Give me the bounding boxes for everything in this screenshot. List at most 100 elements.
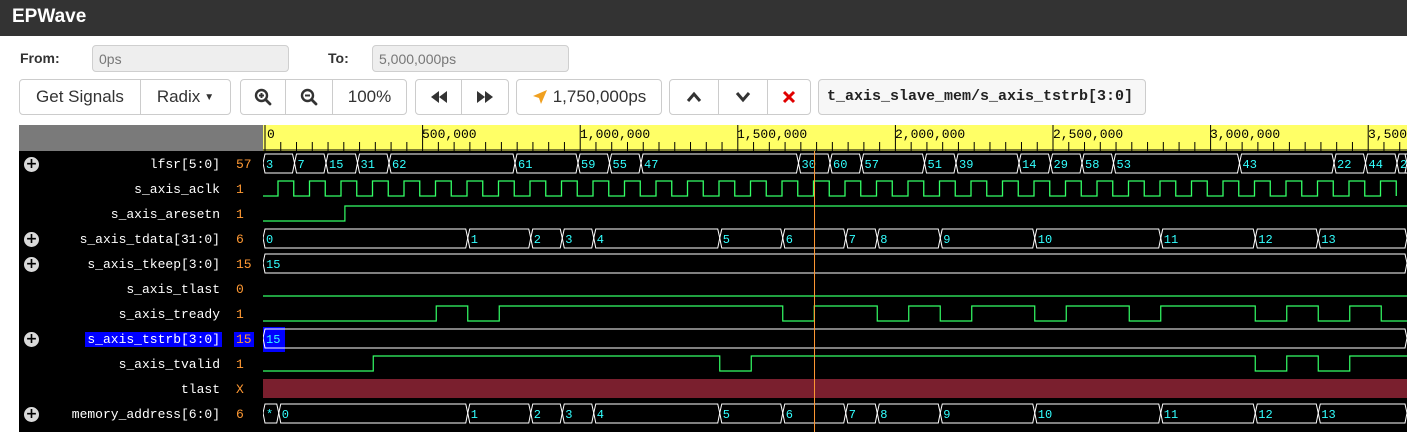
to-input[interactable] bbox=[372, 45, 569, 72]
signal-name[interactable]: lfsr[5:0] bbox=[148, 157, 222, 172]
signal-name[interactable]: s_axis_tvalid bbox=[117, 357, 222, 372]
zoom-percent: 100% bbox=[347, 87, 392, 106]
bus-segment bbox=[1034, 403, 1162, 424]
zoom-in-button[interactable] bbox=[240, 79, 286, 115]
bus-value-label: 43 bbox=[1243, 158, 1257, 172]
bus-value-label: 11 bbox=[1164, 408, 1178, 422]
bus-segment bbox=[939, 403, 1036, 424]
signal-name[interactable]: tlast bbox=[179, 382, 222, 397]
bus-value-label: 3 bbox=[266, 158, 273, 172]
bus-segment bbox=[388, 153, 516, 174]
remove-signal-button[interactable] bbox=[767, 79, 811, 115]
caret-down-icon: ▼ bbox=[204, 91, 215, 103]
bus-value-label: 60 bbox=[833, 158, 847, 172]
next-edge-button[interactable] bbox=[718, 79, 768, 115]
bus-value-label: 29 bbox=[1054, 158, 1068, 172]
signal-value: 1 bbox=[236, 207, 244, 222]
ruler-label: 1,000,000 bbox=[580, 127, 651, 142]
bus-segment bbox=[939, 228, 1036, 249]
bus-value-label: 53 bbox=[1117, 158, 1131, 172]
signal-name[interactable]: s_axis_aclk bbox=[132, 182, 222, 197]
bus-value-label: 51 bbox=[928, 158, 942, 172]
radix-label: Radix bbox=[156, 87, 201, 106]
signal-name[interactable]: s_axis_tstrb[3:0] bbox=[85, 332, 222, 347]
bus-value-label: 6 bbox=[786, 408, 793, 422]
bus-value-label: 2 bbox=[534, 233, 541, 247]
zoom-reset-button[interactable]: 100% bbox=[332, 79, 407, 115]
previous-edge-button[interactable] bbox=[669, 79, 719, 115]
bus-value-label: 39 bbox=[959, 158, 973, 172]
bus-value-label: 9 bbox=[943, 408, 950, 422]
waveform-canvas[interactable]: 3 7 15 31 62 61 59 55 47 30 60 57 51 39 14 29 58 53 43 22 44… bbox=[263, 151, 1407, 432]
zoom-out-button[interactable] bbox=[285, 79, 333, 115]
bus-value-label: 14 bbox=[1022, 158, 1036, 172]
bus-value-label: 15 bbox=[329, 158, 343, 172]
plus-icon[interactable]: + bbox=[24, 157, 39, 172]
bus-segment bbox=[593, 403, 721, 424]
signal-value: 1 bbox=[236, 182, 244, 197]
signal-name[interactable]: s_axis_tready bbox=[117, 307, 222, 322]
plus-icon[interactable]: + bbox=[24, 257, 39, 272]
bus-value-label: 22 bbox=[1337, 158, 1351, 172]
clock-trace bbox=[263, 180, 1397, 197]
app-title: EPWave bbox=[12, 6, 87, 27]
close-icon bbox=[782, 90, 796, 104]
bus-value-label: 1 bbox=[471, 233, 478, 247]
cursor-time-button[interactable]: 1,750,000ps bbox=[516, 79, 662, 115]
time-ruler[interactable]: 0 500,000 1,000,000 1,500,000 2,000,000 … bbox=[263, 125, 1407, 151]
plus-icon[interactable]: + bbox=[24, 332, 39, 347]
waveform-s-axis-aresetn bbox=[263, 205, 1407, 222]
signal-name[interactable]: s_axis_tdata[31:0] bbox=[78, 232, 222, 247]
bus-value-label: 10 bbox=[1038, 233, 1052, 247]
signal-name[interactable]: s_axis_tlast bbox=[124, 282, 222, 297]
plus-icon[interactable]: + bbox=[24, 407, 39, 422]
signal-value: 0 bbox=[236, 282, 244, 297]
bus-value-label: 4 bbox=[597, 408, 604, 422]
ruler-label: 3,500,000 bbox=[1368, 127, 1407, 142]
bus-value-label: 55 bbox=[613, 158, 627, 172]
signal-value: 15 bbox=[234, 332, 254, 347]
ruler-label: 0 bbox=[267, 127, 275, 142]
bit-trace bbox=[263, 305, 1407, 322]
bus-segment bbox=[640, 153, 800, 174]
signal-value: 6 bbox=[236, 407, 244, 422]
get-signals-label: Get Signals bbox=[36, 87, 124, 106]
bus-segment bbox=[263, 228, 469, 249]
fast-backward-icon bbox=[430, 91, 447, 103]
bus-value-label: 44 bbox=[1369, 158, 1383, 172]
bus-segment bbox=[1112, 153, 1241, 174]
fast-rewind-button[interactable] bbox=[415, 79, 462, 115]
signal-value: X bbox=[236, 382, 244, 397]
bus-value-label: 8 bbox=[880, 233, 887, 247]
signal-name[interactable]: memory_address[6:0] bbox=[70, 407, 222, 422]
bus-value-label: 4 bbox=[597, 233, 604, 247]
ruler-label: 3,000,000 bbox=[1210, 127, 1281, 142]
bus-value-label: 31 bbox=[361, 158, 375, 172]
waveform-area: 0 500,000 1,000,000 1,500,000 2,000,000 … bbox=[19, 125, 1407, 432]
cursor-time: 1,750,000ps bbox=[552, 87, 647, 106]
bus-segment bbox=[1034, 228, 1162, 249]
bus-value-label: 2 bbox=[534, 408, 541, 422]
fast-forward-button[interactable] bbox=[461, 79, 509, 115]
bus-segment bbox=[278, 403, 469, 424]
bus-value-label: 0 bbox=[282, 408, 289, 422]
bus-value-label: 6 bbox=[786, 233, 793, 247]
plus-icon[interactable]: + bbox=[24, 232, 39, 247]
ruler-label: 2,500,000 bbox=[1053, 127, 1124, 142]
bus-segment bbox=[263, 328, 1407, 349]
title-bar: EPWave bbox=[0, 0, 1407, 36]
radix-button[interactable]: Radix ▼ bbox=[140, 79, 231, 115]
bus-value-label: 62 bbox=[392, 158, 406, 172]
bus-value-label: 12 bbox=[1258, 408, 1272, 422]
bus-value-label: * bbox=[266, 408, 273, 422]
signal-name[interactable]: s_axis_aresetn bbox=[109, 207, 222, 222]
from-input[interactable] bbox=[92, 45, 289, 72]
waveform-s-axis-tvalid bbox=[263, 355, 1407, 372]
bus-value-label: 13 bbox=[1321, 408, 1335, 422]
get-signals-button[interactable]: Get Signals bbox=[19, 79, 141, 115]
signal-value: 1 bbox=[236, 357, 244, 372]
bus-value-label: 0 bbox=[266, 233, 273, 247]
waveform-lfsr: 3 7 15 31 62 61 59 55 47 30 60 57 51 39 14 29 58 53 43 22 44… bbox=[263, 153, 1407, 174]
signal-name[interactable]: s_axis_tkeep[3:0] bbox=[85, 257, 222, 272]
fast-forward-icon bbox=[477, 91, 493, 103]
